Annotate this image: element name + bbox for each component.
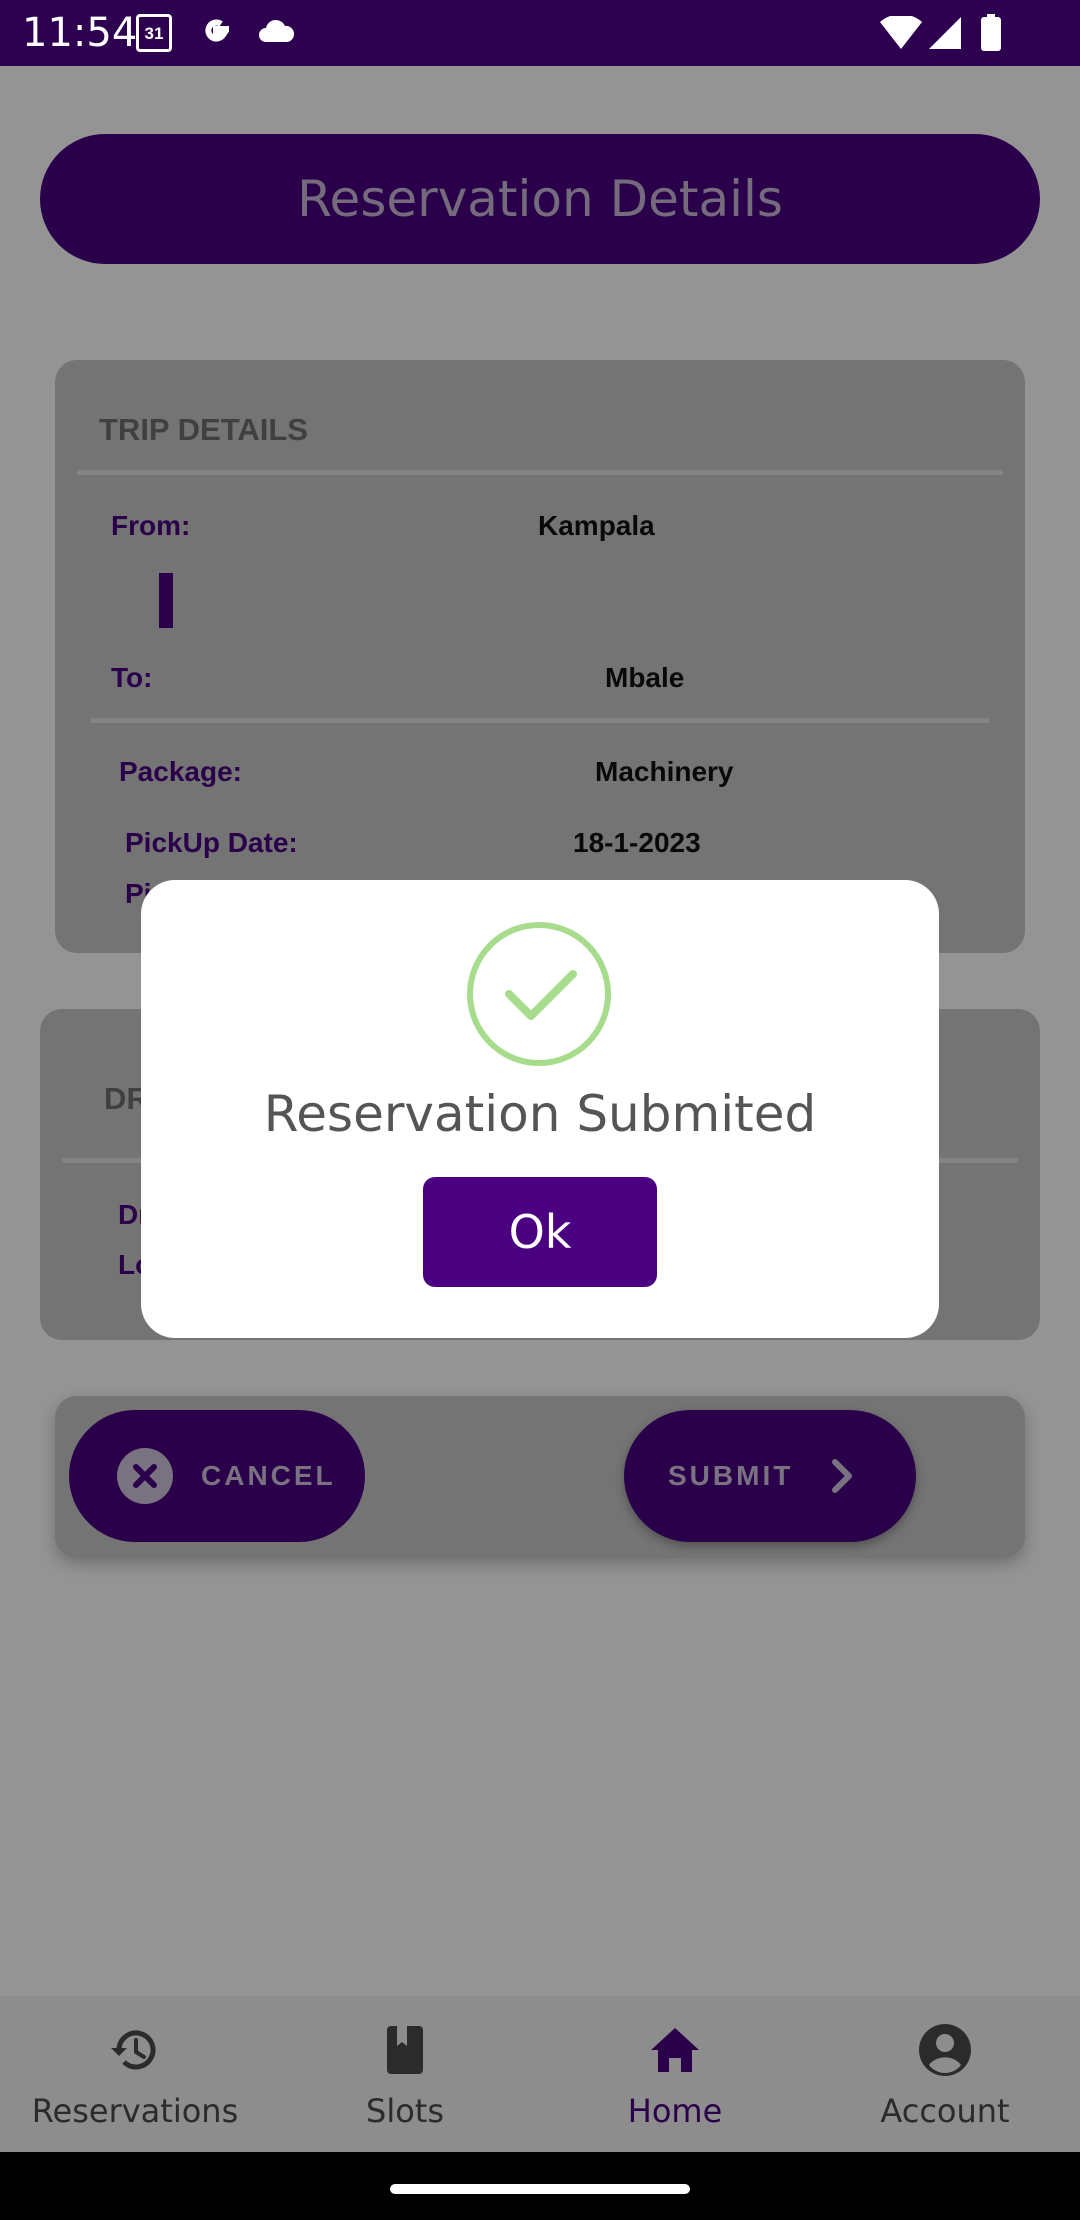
success-check-icon (465, 920, 613, 1068)
calendar-icon: 31 (136, 14, 172, 52)
success-dialog: Reservation Submited Ok (141, 880, 939, 1338)
status-time: 11:54 (22, 10, 138, 56)
status-bar: 11:54 31 (0, 0, 1080, 66)
cloud-icon (256, 18, 296, 46)
google-icon (196, 12, 236, 52)
dialog-message: Reservation Submited (263, 1085, 817, 1143)
home-gesture-handle[interactable] (390, 2184, 690, 2194)
calendar-day: 31 (144, 24, 164, 43)
ok-button-label: Ok (508, 1205, 572, 1259)
signal-icon (928, 16, 962, 50)
wifi-icon (880, 14, 922, 50)
battery-icon (981, 14, 1001, 51)
ok-button[interactable]: Ok (423, 1177, 657, 1287)
